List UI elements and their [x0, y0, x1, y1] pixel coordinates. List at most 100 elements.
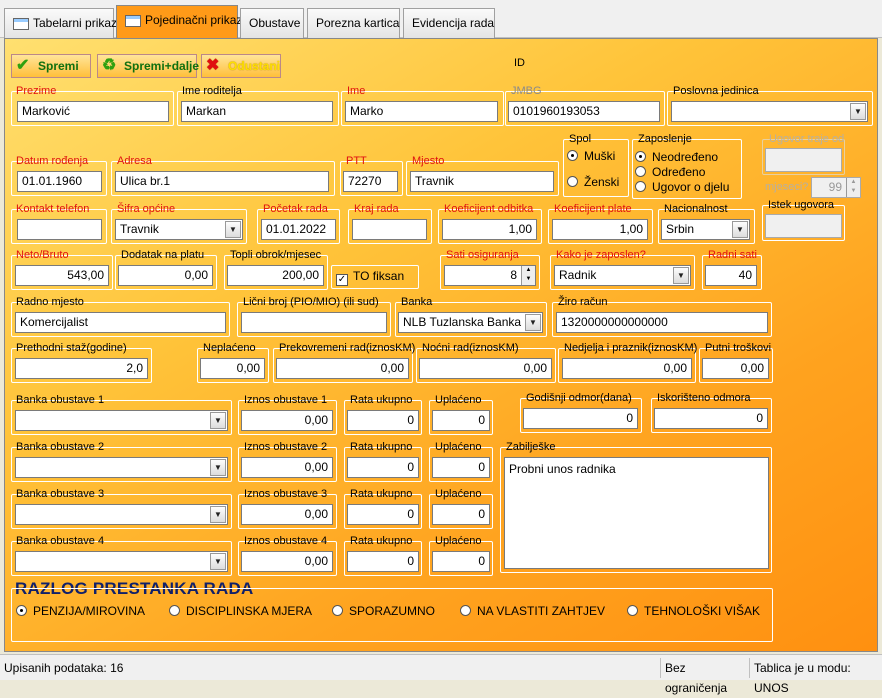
topli-obrok-field[interactable]: 200,00	[227, 265, 324, 286]
zaposlenje-neodredjeno-radio[interactable]: Neodređeno	[635, 150, 718, 164]
banka-obustave-select[interactable]: ▼	[15, 551, 228, 572]
iznos-obustave-field[interactable]: 0,00	[241, 410, 333, 431]
licni-broj-field[interactable]	[241, 312, 387, 333]
tab-obustave[interactable]: Obustave	[240, 8, 304, 38]
rata-label: Rata ukupno	[350, 441, 413, 453]
spol-zensko-radio[interactable]: Ženski	[567, 175, 619, 189]
adresa-field[interactable]: Ulica br.1	[115, 171, 329, 192]
chevron-down-icon[interactable]: ▼	[210, 553, 226, 570]
iznos-obustave-field[interactable]: 0,00	[241, 457, 333, 478]
ziro-racun-field[interactable]: 1320000000000000	[556, 312, 768, 333]
banka-select[interactable]: NLB Tuzlanska Banka ▼	[398, 312, 543, 333]
iznos-obustave-label: Iznos obustave 4	[244, 535, 328, 547]
uplaceno-field[interactable]: 0	[432, 410, 490, 431]
pocetak-rada-field[interactable]: 01.01.2022	[261, 219, 336, 240]
rata-field[interactable]: 0	[347, 504, 419, 525]
jmbg-field[interactable]: 0101960193053	[508, 101, 660, 122]
neto-bruto-field[interactable]: 543,00	[15, 265, 109, 286]
rata-field[interactable]: 0	[347, 551, 419, 572]
ugovor-od-field[interactable]	[765, 148, 842, 172]
razlog-sporazumno-radio[interactable]: SPORAZUMNO	[332, 604, 435, 618]
prekovremeni-field[interactable]: 0,00	[276, 358, 409, 379]
razlog-tehnoloski-visak-radio[interactable]: TEHNOLOŠKI VIŠAK	[627, 604, 760, 618]
nocni-field[interactable]: 0,00	[419, 358, 552, 379]
razlog-disciplinska-radio[interactable]: DISCIPLINSKA MJERA	[169, 604, 312, 618]
banka-obustave-select[interactable]: ▼	[15, 504, 228, 525]
datum-rodjenja-field[interactable]: 01.01.1960	[17, 171, 102, 192]
uplaceno-field[interactable]: 0	[432, 457, 490, 478]
radno-mjesto-field[interactable]: Komercijalist	[15, 312, 226, 333]
radni-sati-field[interactable]: 40	[705, 265, 757, 286]
sifra-opcine-label: Šifra općine	[117, 203, 176, 215]
spol-musko-radio[interactable]: Muški	[567, 149, 615, 163]
zaposlenje-odredjeno-radio[interactable]: Određeno	[635, 165, 705, 179]
nedjelja-field[interactable]: 0,00	[562, 358, 692, 379]
chevron-down-icon[interactable]: ▼	[525, 314, 541, 331]
iskoristeno-field[interactable]: 0	[654, 408, 768, 429]
uplaceno-label: Uplaćeno	[435, 441, 482, 453]
staz-field[interactable]: 2,0	[15, 358, 148, 379]
chevron-down-icon[interactable]: ▼	[225, 221, 241, 238]
chevron-down-icon[interactable]: ▼	[210, 459, 226, 476]
zaposlenje-ugovor-radio[interactable]: Ugovor o djelu	[635, 180, 729, 194]
tab-evidencija-rada[interactable]: Evidencija rada	[403, 8, 495, 38]
kako-zaposlen-select[interactable]: Radnik ▼	[554, 265, 691, 286]
kontakt-field[interactable]	[17, 219, 102, 240]
uplaceno-field[interactable]: 0	[432, 551, 490, 572]
chevron-down-icon[interactable]: ▼	[732, 221, 748, 238]
iznos-obustave-field[interactable]: 0,00	[241, 551, 333, 572]
koef-plate-field[interactable]: 1,00	[552, 219, 648, 240]
uplaceno-label: Uplaćeno	[435, 394, 482, 406]
tab-tabelarni-prikaz[interactable]: Tabelarni prikaz	[4, 8, 117, 38]
kraj-rada-field[interactable]	[352, 219, 427, 240]
prezime-field[interactable]: Marković	[17, 101, 169, 122]
cancel-button[interactable]: ✖ Odustani	[201, 54, 281, 78]
godisnji-field[interactable]: 0	[523, 408, 638, 429]
jmbg-label: JMBG	[511, 85, 542, 97]
mjesto-field[interactable]: Travnik	[410, 171, 554, 192]
spinner-arrows-icon[interactable]: ▲ ▼	[846, 178, 860, 197]
status-limit: Bez ograničenja	[660, 658, 748, 695]
ugovor-od-label: Ugovor traje od	[769, 133, 845, 145]
tab-pojedinacni-prikaz[interactable]: Pojedinačni prikaz	[116, 5, 242, 39]
uplaceno-field[interactable]: 0	[432, 504, 490, 525]
zabiljeske-textarea[interactable]: Probni unos radnika	[504, 457, 769, 569]
ime-field[interactable]: Marko	[345, 101, 498, 122]
zabiljeske-label: Zabilješke	[506, 441, 556, 453]
chevron-down-icon[interactable]: ▼	[850, 103, 866, 120]
status-record-count: Upisanih podataka: 16	[4, 661, 124, 675]
rata-field[interactable]: 0	[347, 457, 419, 478]
banka-obustave-select[interactable]: ▼	[15, 457, 228, 478]
nacionalnost-select[interactable]: Srbin ▼	[661, 219, 750, 240]
sifra-opcine-select[interactable]: Travnik ▼	[115, 219, 243, 240]
radno-mjesto-label: Radno mjesto	[16, 296, 84, 308]
neplaceno-field[interactable]: 0,00	[200, 358, 265, 379]
save-next-button[interactable]: ♻ Spremi+dalje	[97, 54, 199, 78]
dodatak-field[interactable]: 0,00	[118, 265, 213, 286]
sati-osiguranja-stepper[interactable]: 8 ▲ ▼	[444, 265, 536, 286]
banka-obustave-select[interactable]: ▼	[15, 410, 228, 431]
neto-bruto-label: Neto/Bruto	[16, 249, 69, 261]
poslovna-jedinica-select[interactable]: ▼	[671, 101, 868, 122]
chevron-down-icon[interactable]: ▼	[673, 267, 689, 284]
razlog-vlastiti-zahtjev-radio[interactable]: NA VLASTITI ZAHTJEV	[460, 604, 605, 618]
rata-label: Rata ukupno	[350, 535, 413, 547]
razlog-penzija-radio[interactable]: PENZIJA/MIROVINA	[16, 604, 145, 618]
tab-porezna-kartica[interactable]: Porezna kartica	[307, 8, 400, 38]
to-fiksan-checkbox[interactable]: ✓ TO fiksan	[336, 269, 404, 286]
save-button[interactable]: ✔ Spremi	[11, 54, 91, 78]
putni-field[interactable]: 0,00	[702, 358, 769, 379]
koef-odbitka-field[interactable]: 1,00	[442, 219, 537, 240]
spinner-arrows-icon[interactable]: ▲ ▼	[521, 266, 535, 285]
rata-field[interactable]: 0	[347, 410, 419, 431]
mjeseci-stepper[interactable]: 99 ▲ ▼	[811, 177, 861, 198]
uplaceno-label: Uplaćeno	[435, 488, 482, 500]
prekovremeni-label: Prekovremeni rad(iznosKM)	[279, 342, 416, 354]
chevron-down-icon[interactable]: ▼	[210, 506, 226, 523]
iznos-obustave-field[interactable]: 0,00	[241, 504, 333, 525]
chevron-down-icon[interactable]: ▼	[210, 412, 226, 429]
istek-ugovora-field[interactable]	[765, 214, 842, 238]
ptt-field[interactable]: 72270	[343, 171, 398, 192]
ime-roditelja-field[interactable]: Markan	[181, 101, 333, 122]
sati-osiguranja-label: Sati osiguranja	[446, 249, 519, 261]
